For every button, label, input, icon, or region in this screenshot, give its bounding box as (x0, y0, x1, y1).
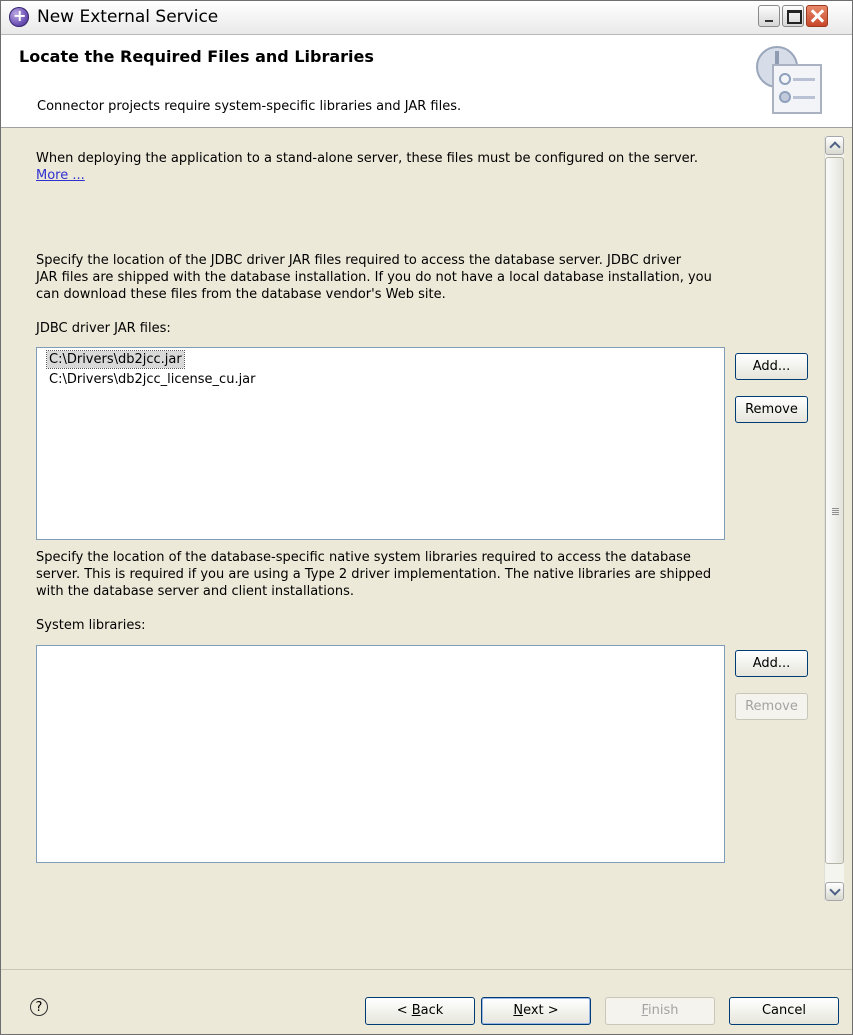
more-link[interactable]: More ... (36, 167, 85, 184)
jdbc-files-list[interactable]: C:\Drivers\db2jcc.jar C:\Drivers\db2jcc_… (36, 347, 725, 540)
back-prefix: < (396, 1003, 412, 1018)
system-libraries-label: System libraries: (36, 618, 146, 633)
next-mnemonic: N (513, 1003, 524, 1018)
maximize-button[interactable] (782, 5, 804, 27)
native-description-line-2: server. This is required if you are usin… (36, 567, 712, 582)
settings-dialog-icon (756, 46, 822, 114)
back-label-rest: ack (420, 1003, 444, 1018)
next-button[interactable]: Next > (481, 997, 591, 1025)
back-mnemonic: B (411, 1003, 421, 1018)
scroll-down-icon[interactable] (825, 882, 844, 901)
list-item[interactable]: C:\Drivers\db2jcc_license_cu.jar (47, 371, 258, 388)
scroll-pane: When deploying the application to a stan… (9, 128, 852, 968)
list-item[interactable]: C:\Drivers\db2jcc.jar (46, 350, 185, 369)
close-button[interactable] (806, 5, 828, 27)
jdbc-description-line-1: Specify the location of the JDBC driver … (36, 253, 682, 268)
jdbc-remove-button[interactable]: Remove (735, 396, 808, 423)
system-add-button[interactable]: Add... (735, 650, 808, 677)
button-bar: ? < Back Next > Finish Cancel (1, 969, 852, 1034)
jdbc-files-label: JDBC driver JAR files: (36, 321, 171, 336)
grip-icon (832, 508, 839, 509)
back-button[interactable]: < Back (365, 997, 475, 1025)
jdbc-description-line-2: JAR files are shipped with the database … (36, 270, 712, 285)
page-title: Locate the Required Files and Libraries (19, 47, 374, 66)
vertical-scrollbar[interactable] (824, 136, 844, 901)
intro-text: When deploying the application to a stan… (36, 151, 698, 166)
finish-button: Finish (605, 997, 715, 1025)
jdbc-description-line-3: can download these files from the databa… (36, 287, 446, 302)
jdbc-add-button[interactable]: Add... (735, 353, 808, 380)
native-description-line-1: Specify the location of the database-spe… (36, 550, 691, 565)
system-remove-button: Remove (735, 693, 808, 720)
wizard-content: When deploying the application to a stan… (1, 128, 852, 968)
help-icon[interactable]: ? (30, 998, 48, 1016)
next-label-rest: ext > (523, 1003, 559, 1018)
wizard-window: New External Service Locate the Required… (0, 0, 853, 1035)
native-description-line-3: with the database server and client inst… (36, 584, 354, 599)
scroll-up-icon[interactable] (825, 136, 844, 155)
window-title: New External Service (37, 7, 219, 27)
page-description: Connector projects require system-specif… (37, 99, 462, 114)
scroll-thumb[interactable] (825, 157, 844, 864)
minimize-button[interactable] (758, 5, 780, 27)
title-bar[interactable]: New External Service (1, 1, 852, 35)
system-libraries-list[interactable] (36, 645, 725, 863)
wizard-banner: Locate the Required Files and Libraries … (1, 35, 852, 128)
cancel-button[interactable]: Cancel (729, 997, 839, 1025)
finish-label-rest: inish (648, 1003, 679, 1018)
wizard-globe-icon (9, 6, 29, 27)
